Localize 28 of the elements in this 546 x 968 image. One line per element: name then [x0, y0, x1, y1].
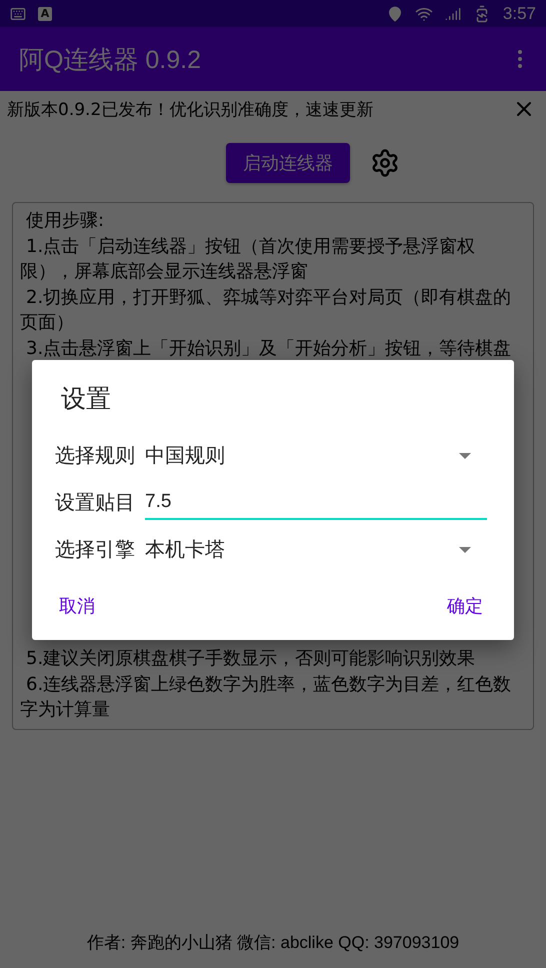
- keyboard-icon: [10, 6, 26, 22]
- location-icon: [386, 6, 403, 22]
- instruction-line: 1.点击「启动连线器」按钮（首次使用需要授予悬浮窗权: [25, 234, 476, 259]
- instruction-line: 3.点击悬浮窗上「开始识别」及「开始分析」按钮，等待棋盘: [25, 336, 512, 361]
- instruction-line: 2.切换应用，打开野狐、弈城等对弈平台对局页（即有棋盘的: [25, 286, 512, 310]
- instruction-line: 6.连线器悬浮窗上绿色数字为胜率，蓝色数字为目差，红色数: [25, 672, 512, 697]
- instruction-line: 字为计算量: [20, 698, 111, 722]
- field-label: 设置贴目: [55, 489, 135, 516]
- dialog-title: 设置: [61, 383, 112, 415]
- settings-icon[interactable]: [370, 148, 400, 178]
- dropdown-arrow-icon: [459, 452, 471, 458]
- clock: 3:57: [502, 4, 536, 24]
- notification-icon: A: [38, 6, 52, 20]
- update-notice: 新版本0.9.2已发布！优化识别准确度，速速更新: [7, 98, 374, 120]
- field-label: 选择引擎: [55, 536, 135, 563]
- app-title: 阿Q连线器 0.9.2: [19, 44, 202, 76]
- author-credits: 作者: 奔跑的小山猪 微信: abclike QQ: 397093109: [86, 932, 460, 954]
- signal-icon: [444, 6, 461, 22]
- dropdown[interactable]: 中国规则: [145, 439, 487, 472]
- instruction-line: 限），屏幕底部会显示连线器悬浮窗: [20, 260, 309, 284]
- instruction-line: 5.建议关闭原棋盘棋子手数显示，否则可能影响识别效果: [25, 647, 476, 672]
- dialog-button[interactable]: 取消: [55, 588, 99, 624]
- field-label: 选择规则: [55, 442, 135, 469]
- dialog-button[interactable]: 确定: [443, 588, 487, 624]
- dropdown[interactable]: 本机卡塔: [145, 533, 487, 566]
- instruction-line: 页面）: [20, 311, 75, 336]
- dropdown-arrow-icon: [459, 546, 471, 552]
- instruction-line: 使用步骤:: [25, 209, 106, 233]
